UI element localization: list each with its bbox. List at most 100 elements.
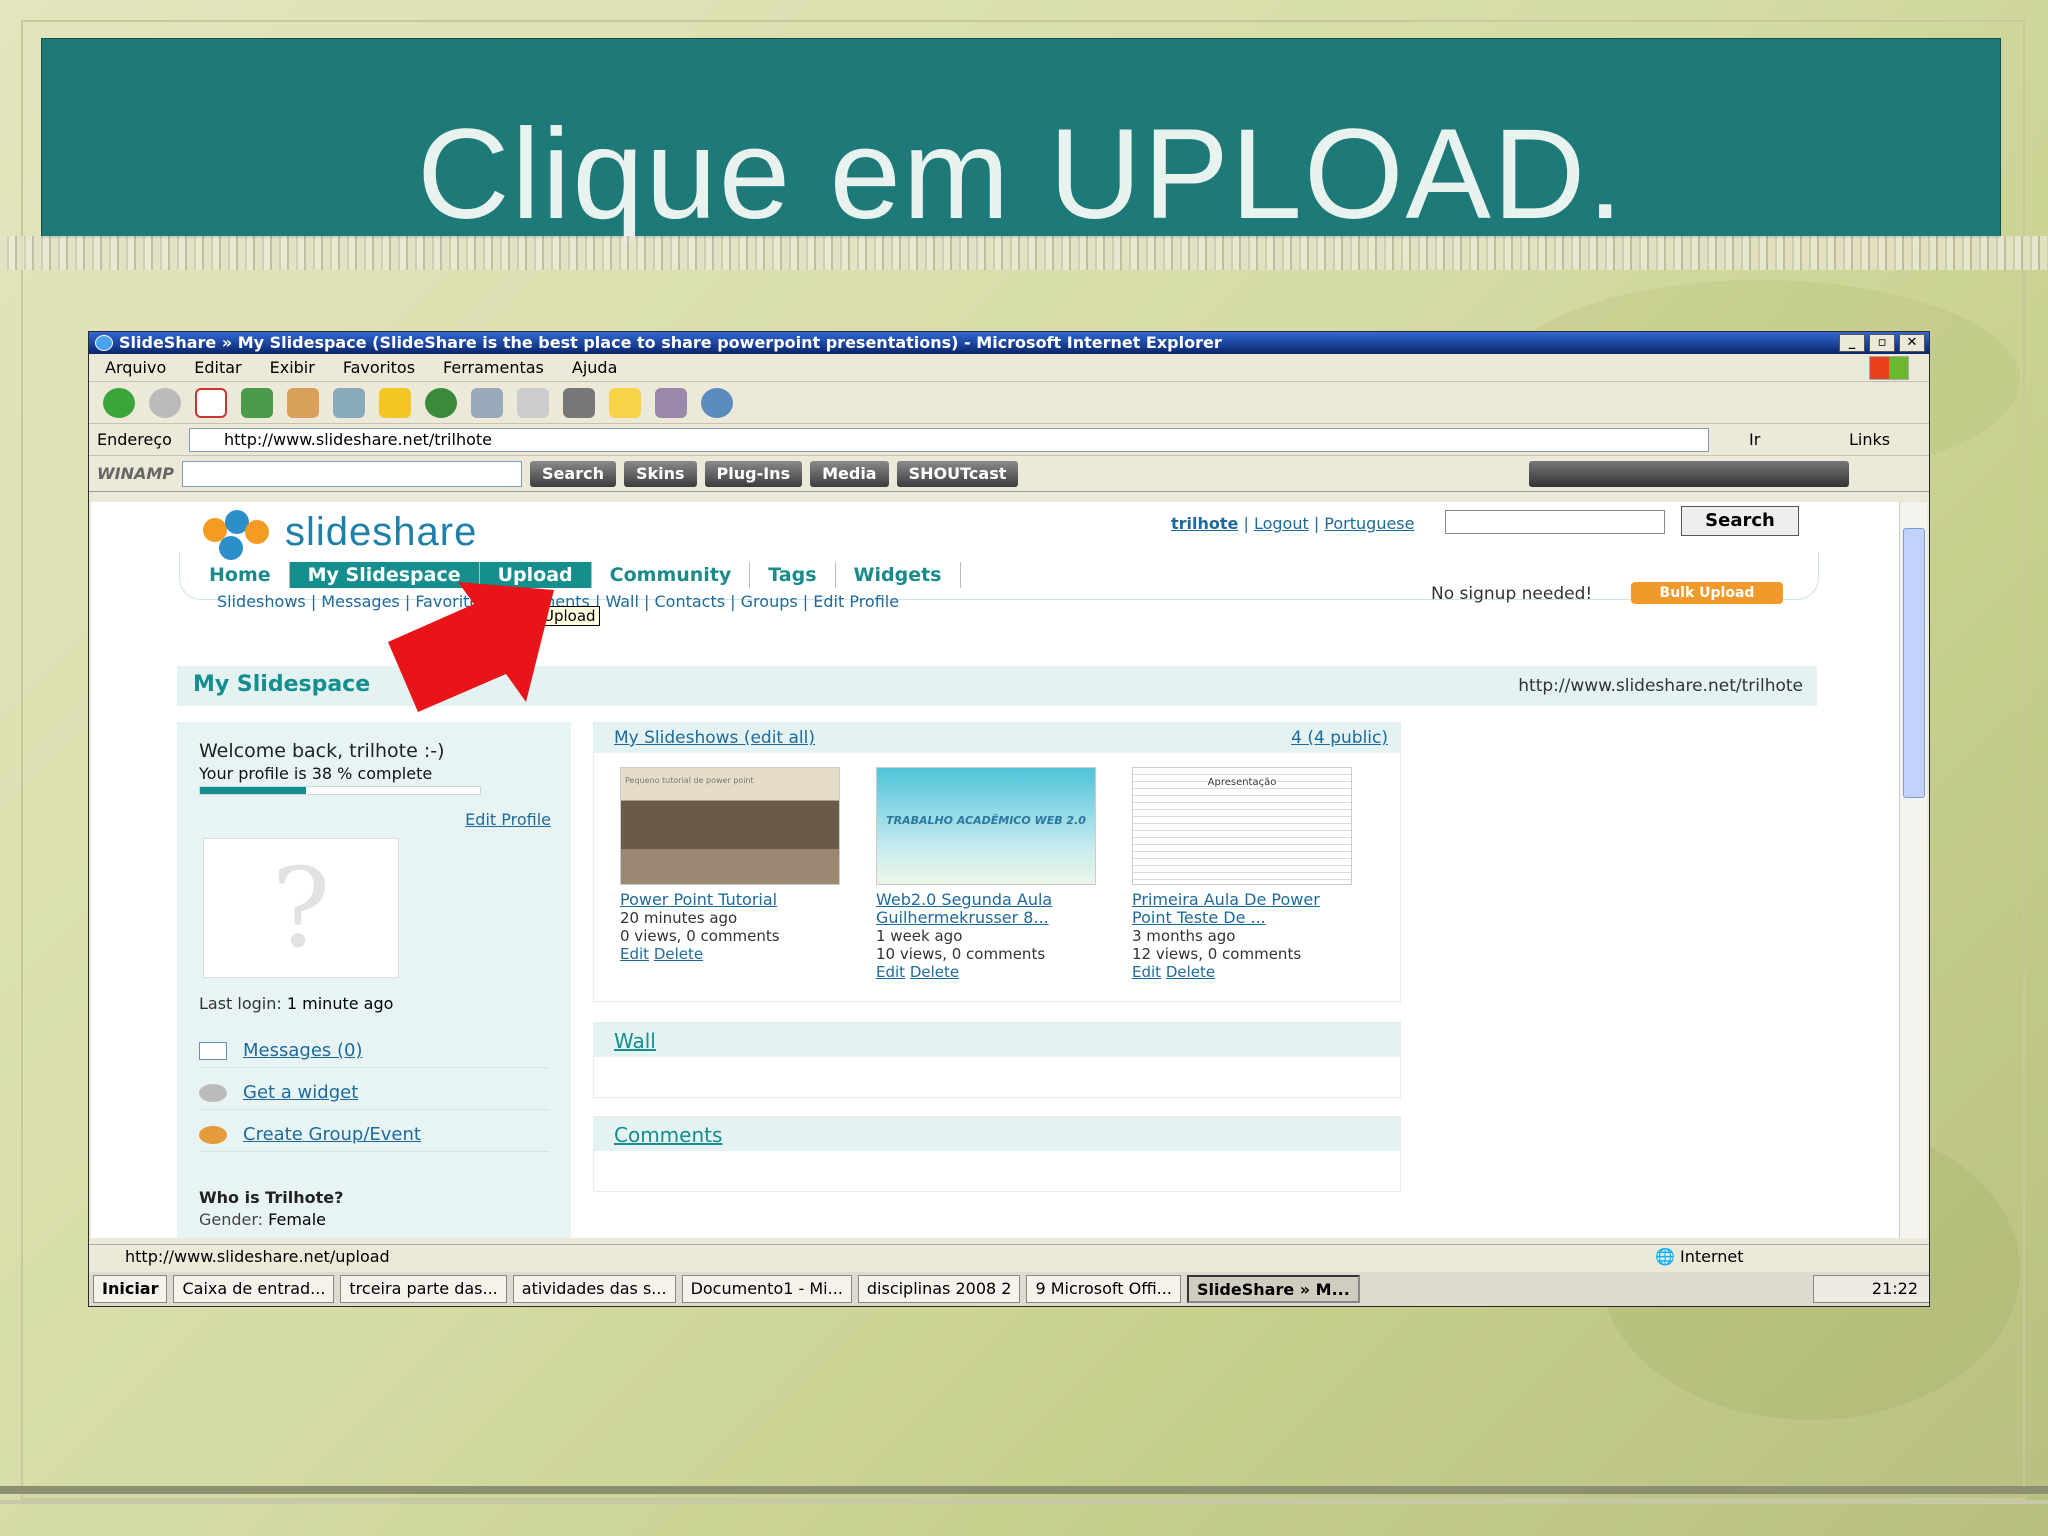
research-icon[interactable] — [655, 387, 687, 418]
slideshow-title[interactable]: Web2.0 Segunda Aula Guilhermekrusser 8..… — [876, 891, 1096, 927]
slideshow-title[interactable]: Power Point Tutorial — [620, 891, 840, 909]
vertical-scrollbar[interactable] — [1899, 502, 1927, 1238]
winamp-skins-button[interactable]: Skins — [623, 460, 697, 487]
taskbar-item[interactable]: atividades das s... — [512, 1275, 676, 1303]
window-title: SlideShare » My Slidespace (SlideShare i… — [119, 333, 1222, 352]
taskbar-clock: 21:22 — [1813, 1275, 1929, 1303]
status-url: http://www.slideshare.net/upload — [125, 1247, 390, 1266]
edit-link[interactable]: Edit — [1132, 963, 1161, 981]
winamp-search-input[interactable] — [182, 460, 523, 487]
nav-community[interactable]: Community — [592, 562, 751, 588]
main-nav: Home My Slidespace Upload Community Tags… — [191, 562, 961, 588]
folder-icon[interactable] — [609, 387, 641, 418]
search-icon[interactable] — [333, 387, 365, 418]
taskbar-item-active[interactable]: SlideShare » M... — [1186, 1275, 1360, 1303]
delete-link[interactable]: Delete — [654, 945, 703, 963]
home-icon[interactable] — [287, 387, 319, 418]
menu-editar[interactable]: Editar — [194, 358, 241, 377]
gender: Gender: Female — [199, 1210, 326, 1229]
delete-link[interactable]: Delete — [910, 963, 959, 981]
close-button[interactable]: ✕ — [1899, 334, 1925, 352]
taskbar-item[interactable]: disciplinas 2008 2 — [857, 1275, 1021, 1303]
maximize-button[interactable]: ▫ — [1869, 334, 1895, 352]
edit-icon[interactable] — [563, 387, 595, 418]
links-button[interactable]: Links — [1849, 430, 1890, 449]
messages-link[interactable]: Messages (0) — [199, 1040, 549, 1068]
slide-title: Clique em UPLOAD. — [417, 103, 1625, 246]
menu-ferramentas[interactable]: Ferramentas — [443, 358, 544, 377]
slideshow-stats: 10 views, 0 comments — [876, 945, 1046, 963]
last-login: Last login: 1 minute ago — [199, 994, 393, 1013]
taskbar-item[interactable]: Caixa de entrad... — [173, 1275, 335, 1303]
print-icon[interactable] — [517, 387, 549, 418]
messenger-icon[interactable] — [701, 387, 733, 418]
wall-section: Wall — [593, 1022, 1401, 1098]
nav-tags[interactable]: Tags — [750, 562, 836, 588]
slideshows-header-link[interactable]: My Slideshows (edit all) — [614, 728, 815, 748]
slideshow-card: TRABALHO ACADÊMICO WEB 2.0 Web2.0 Segund… — [876, 767, 1096, 981]
no-signup-text: No signup needed! — [1431, 584, 1593, 604]
minimize-button[interactable]: _ — [1839, 334, 1865, 352]
comments-link[interactable]: Comments — [594, 1117, 1400, 1151]
taskbar-item[interactable]: trceira parte das... — [340, 1275, 507, 1303]
taskbar-item[interactable]: 9 Microsoft Offi... — [1026, 1275, 1181, 1303]
site-search-button[interactable]: Search — [1681, 506, 1799, 536]
profile-progress-bar — [199, 786, 481, 795]
taskbar-item[interactable]: Documento1 - Mi... — [681, 1275, 852, 1303]
slideshare-logo[interactable]: slideshare — [199, 506, 477, 560]
winamp-shoutcast-button[interactable]: SHOUTcast — [896, 460, 1019, 487]
favorites-icon[interactable] — [379, 387, 411, 418]
winamp-media-button[interactable]: Media — [810, 460, 889, 487]
nav-widgets[interactable]: Widgets — [836, 562, 961, 588]
avatar: ? — [203, 838, 399, 978]
mail-icon[interactable] — [471, 387, 503, 418]
edit-link[interactable]: Edit — [876, 963, 905, 981]
start-button[interactable]: Iniciar — [93, 1275, 168, 1303]
back-icon[interactable] — [103, 387, 135, 418]
menu-ajuda[interactable]: Ajuda — [572, 358, 618, 377]
nav-home[interactable]: Home — [191, 562, 290, 588]
slideshow-card: Pequeno tutorial de power point Power Po… — [620, 767, 840, 981]
profile-url: http://www.slideshare.net/trilhote — [1518, 676, 1803, 696]
menu-arquivo[interactable]: Arquivo — [105, 358, 166, 377]
my-slideshows-panel: My Slideshows (edit all) 4 (4 public) Pe… — [593, 722, 1401, 1002]
stop-icon[interactable] — [195, 387, 227, 418]
language-link[interactable]: Portuguese — [1324, 514, 1414, 533]
logout-link[interactable]: Logout — [1254, 514, 1309, 533]
browser-screenshot: SlideShare » My Slidespace (SlideShare i… — [88, 331, 1930, 1307]
edit-profile-link[interactable]: Edit Profile — [465, 810, 551, 829]
winamp-player-controls[interactable] — [1529, 461, 1849, 487]
address-label: Endereço — [97, 430, 172, 449]
user-link[interactable]: trilhote — [1171, 514, 1238, 533]
menu-favoritos[interactable]: Favoritos — [343, 358, 415, 377]
scrollbar-thumb[interactable] — [1903, 528, 1925, 798]
slideshows-count-link[interactable]: 4 (4 public) — [1291, 728, 1388, 748]
history-icon[interactable] — [425, 387, 457, 418]
get-widget-link[interactable]: Get a widget — [199, 1082, 549, 1110]
account-links: trilhote | Logout | Portuguese — [1171, 514, 1415, 533]
forward-icon[interactable] — [149, 387, 181, 418]
winamp-search-button[interactable]: Search — [530, 460, 616, 487]
slideshow-thumbnail[interactable]: Pequeno tutorial de power point — [620, 767, 840, 885]
refresh-icon[interactable] — [241, 387, 273, 418]
winamp-toolbar: WINAMP Search Skins Plug-Ins Media SHOUT… — [89, 456, 1929, 492]
create-group-link[interactable]: Create Group/Event — [199, 1124, 549, 1152]
bulk-upload-button[interactable]: Bulk Upload — [1631, 582, 1783, 604]
slideshow-stats: 0 views, 0 comments — [620, 927, 780, 945]
go-button[interactable]: Ir — [1749, 430, 1760, 449]
site-search-input[interactable] — [1445, 510, 1665, 534]
windows-logo-icon — [1869, 356, 1909, 380]
wall-link[interactable]: Wall — [594, 1023, 1400, 1057]
winamp-plugins-button[interactable]: Plug-Ins — [704, 460, 803, 487]
slideshow-thumbnail[interactable]: Apresentação — [1132, 767, 1352, 885]
ie-icon — [95, 335, 113, 351]
address-bar: Endereço http://www.slideshare.net/trilh… — [89, 424, 1929, 456]
slideshow-title[interactable]: Primeira Aula De Power Point Teste De ..… — [1132, 891, 1352, 927]
delete-link[interactable]: Delete — [1166, 963, 1215, 981]
address-input[interactable]: http://www.slideshare.net/trilhote — [189, 428, 1709, 452]
menu-exibir[interactable]: Exibir — [270, 358, 315, 377]
edit-link[interactable]: Edit — [620, 945, 649, 963]
web-page: slideshare trilhote | Logout | Portugues… — [91, 502, 1899, 1238]
slideshare-logo-icon — [199, 506, 275, 560]
slideshow-thumbnail[interactable]: TRABALHO ACADÊMICO WEB 2.0 — [876, 767, 1096, 885]
